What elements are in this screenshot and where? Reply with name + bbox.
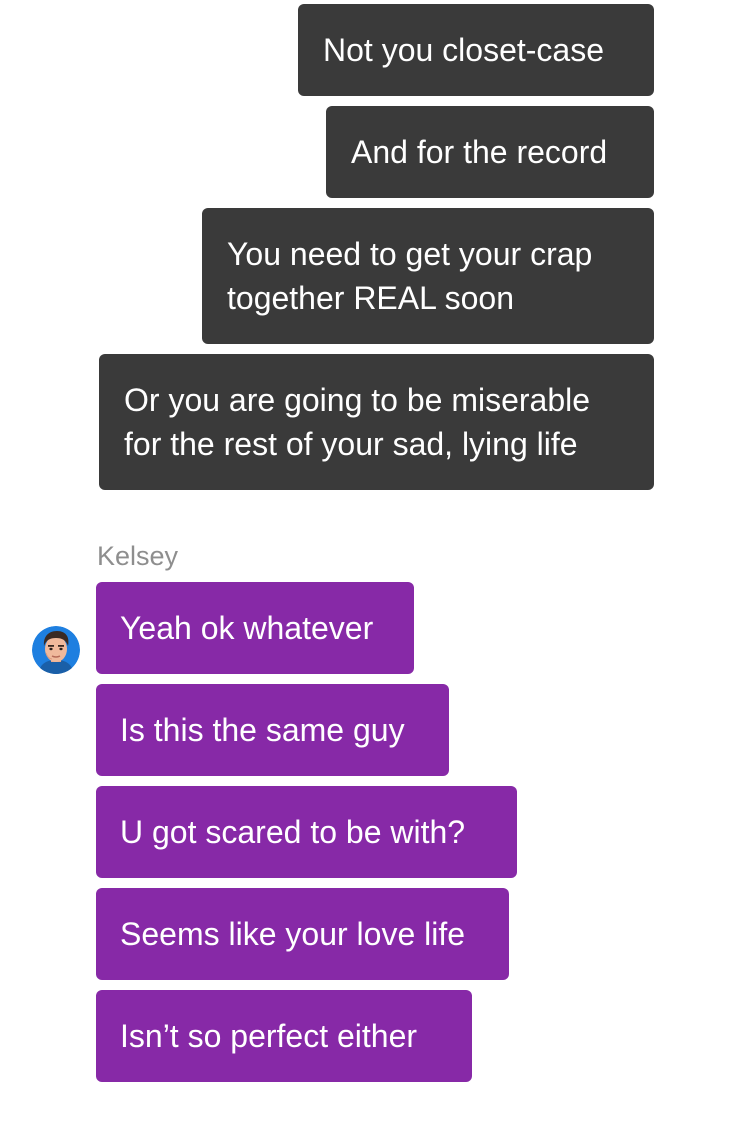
- cartoon-boy-avatar-icon[interactable]: [32, 626, 80, 674]
- received-message-bubble[interactable]: Isn’t so perfect either: [96, 990, 472, 1082]
- sent-message-bubble[interactable]: Not you closet-case: [298, 4, 654, 96]
- sent-message-bubble[interactable]: And for the record: [326, 106, 654, 198]
- received-message-bubble[interactable]: Is this the same guy: [96, 684, 449, 776]
- received-message-bubble[interactable]: Yeah ok whatever: [96, 582, 414, 674]
- received-message-bubble[interactable]: Seems like your love life: [96, 888, 509, 980]
- contact-name-label: Kelsey: [97, 541, 179, 571]
- received-message-bubble[interactable]: U got scared to be with?: [96, 786, 517, 878]
- sent-message-bubble[interactable]: You need to get your crap together REAL …: [202, 208, 654, 344]
- sent-message-bubble[interactable]: Or you are going to be miserable for the…: [99, 354, 654, 490]
